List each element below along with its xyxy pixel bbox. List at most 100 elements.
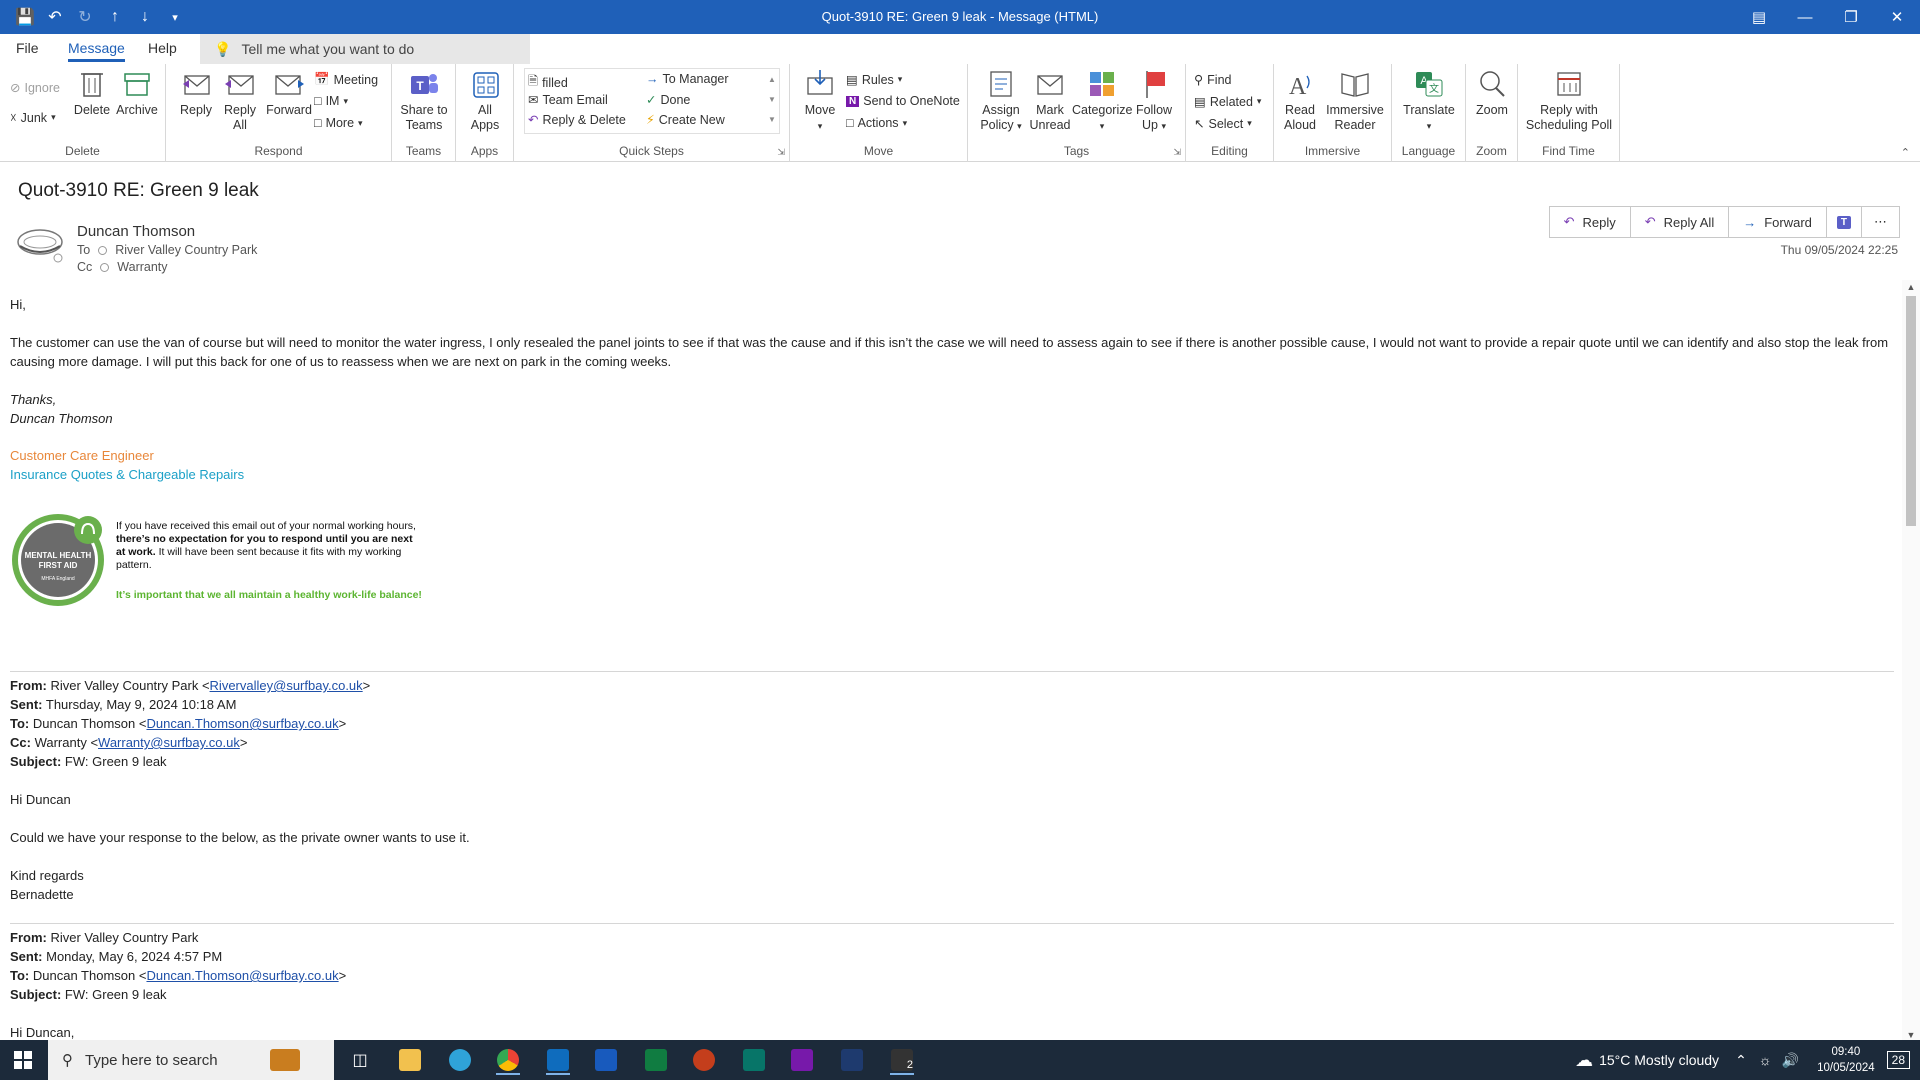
minimize-button[interactable]: — — [1782, 0, 1828, 34]
more-actions-button[interactable]: ⋯ — [1861, 206, 1900, 238]
volume-icon[interactable]: 🔊 — [1782, 1052, 1799, 1069]
quick-step-done[interactable]: ✓ Done — [646, 92, 690, 108]
mark-unread-button[interactable]: Mark Unread — [1028, 68, 1072, 133]
assign-policy-button[interactable]: Assign Policy ▾ — [978, 68, 1024, 134]
junk-button[interactable]: ☓ Junk ▾ — [10, 110, 56, 126]
email-link[interactable]: Duncan.Thomson@surfbay.co.uk — [146, 968, 338, 983]
cc-recipient[interactable]: Warranty — [117, 260, 167, 274]
share-to-teams-button[interactable]: T Share to Teams — [396, 68, 452, 133]
zoom-button[interactable]: Zoom — [1470, 68, 1514, 118]
collapse-ribbon-icon[interactable]: ⌃ — [1901, 146, 1910, 159]
tab-file[interactable]: File — [16, 40, 39, 56]
ribbon-display-options-icon[interactable]: ▤ — [1736, 0, 1782, 34]
reply-all-button[interactable]: ↶ Reply All — [1629, 206, 1730, 238]
outlook-icon[interactable] — [538, 1045, 578, 1075]
tab-message[interactable]: Message — [68, 40, 125, 62]
forward-button[interactable]: Forward — [264, 68, 314, 118]
file-explorer-icon[interactable] — [390, 1045, 430, 1075]
mhfa-logo-line-1: MENTAL HEALTH — [25, 551, 92, 560]
taskbar-search[interactable]: ⚲ Type here to search — [48, 1040, 334, 1080]
reply-scheduling-poll-button[interactable]: Reply with Scheduling Poll — [1522, 68, 1616, 133]
chrome-icon[interactable] — [488, 1045, 528, 1075]
restore-button[interactable]: ❐ — [1828, 0, 1874, 34]
apps-grid-icon — [473, 72, 499, 98]
tab-help[interactable]: Help — [148, 40, 177, 56]
actions-button[interactable]: □ Actions ▾ — [846, 116, 907, 130]
move-button[interactable]: Move ▾ — [800, 68, 840, 134]
tell-me-search[interactable]: 💡 Tell me what you want to do — [200, 34, 530, 64]
categorize-icon — [1090, 72, 1114, 96]
quote1-text: Could we have your response to the below… — [10, 830, 470, 845]
quick-step-create-new[interactable]: ⚡ Create New — [646, 112, 725, 128]
chevron-up-icon[interactable]: ⌃ — [1735, 1052, 1747, 1069]
reply-button[interactable]: Reply — [176, 68, 216, 118]
app-icon[interactable] — [832, 1045, 872, 1075]
more-button[interactable]: □ More ▾ — [314, 116, 363, 130]
related-button[interactable]: ▤ Related ▾ — [1194, 94, 1261, 110]
cursor-icon: ↖ — [1194, 117, 1205, 131]
weather-text[interactable]: 15°C Mostly cloudy — [1599, 1052, 1719, 1068]
onenote-icon[interactable] — [782, 1045, 822, 1075]
quote1-to: To: Duncan Thomson <Duncan.Thomson@surfb… — [10, 716, 347, 731]
teams-icon: T — [411, 74, 438, 94]
email-link[interactable]: Rivervalley@surfbay.co.uk — [210, 678, 363, 693]
message-action-bar: ↶ Reply ↶ Reply All → Forward T ⋯ — [1548, 206, 1900, 238]
all-apps-button[interactable]: All Apps — [464, 68, 506, 133]
sender-name[interactable]: Duncan Thomson — [77, 223, 195, 240]
to-recipient[interactable]: River Valley Country Park — [115, 243, 257, 257]
teams-chat-button[interactable]: T — [1825, 206, 1862, 238]
avatar[interactable] — [16, 224, 64, 264]
quick-step-reply-delete[interactable]: ↶ Reply & Delete — [528, 112, 626, 128]
gallery-scroll[interactable]: ▲ ▼ ▼ — [768, 70, 776, 130]
briefcase-icon — [269, 1049, 300, 1071]
dialog-launcher-icon[interactable]: ⇲ — [1173, 147, 1181, 158]
reply-button[interactable]: ↶ Reply — [1548, 206, 1631, 238]
excel-icon[interactable] — [636, 1045, 676, 1075]
scroll-down-icon[interactable]: ▼ — [1905, 1030, 1917, 1040]
word-icon[interactable] — [586, 1045, 626, 1075]
quick-step-to-manager[interactable]: → To Manager — [646, 72, 729, 86]
chevron-down-icon: ▾ — [1017, 121, 1022, 131]
quote1-sent: Sent: Thursday, May 9, 2024 10:18 AM — [10, 697, 237, 712]
terminal-icon[interactable]: 2 — [882, 1045, 922, 1075]
rules-button[interactable]: ▤ Rules ▾ — [846, 72, 902, 88]
send-to-onenote-button[interactable]: N Send to OneNote — [846, 94, 960, 108]
reply-all-button[interactable]: Reply All — [220, 68, 260, 133]
more-icon: □ — [314, 116, 322, 130]
vertical-scrollbar[interactable]: ▲ ▼ — [1902, 280, 1920, 1040]
select-button[interactable]: ↖ Select ▾ — [1194, 116, 1252, 132]
notifications-icon[interactable]: 28 — [1886, 1051, 1910, 1069]
email-link[interactable]: Duncan.Thomson@surfbay.co.uk — [146, 716, 338, 731]
publisher-icon[interactable] — [734, 1045, 774, 1075]
start-button[interactable] — [0, 1040, 46, 1080]
find-button[interactable]: ⚲ Find — [1194, 72, 1231, 88]
scheduling-poll-icon — [1557, 72, 1581, 96]
network-icon[interactable]: ☼ — [1759, 1052, 1772, 1068]
scroll-thumb[interactable] — [1906, 296, 1916, 526]
categorize-button[interactable]: Categorize ▾ — [1072, 68, 1132, 134]
follow-up-button[interactable]: Follow Up ▾ — [1132, 68, 1176, 134]
task-view-icon[interactable]: ◫ — [340, 1045, 380, 1075]
edge-icon[interactable] — [440, 1045, 480, 1075]
dialog-launcher-icon[interactable]: ⇲ — [777, 147, 785, 158]
reply-all-icon — [225, 75, 254, 95]
archive-button[interactable]: Archive — [114, 68, 160, 118]
delete-button[interactable]: Delete — [72, 68, 112, 118]
email-link[interactable]: Warranty@surfbay.co.uk — [98, 735, 240, 750]
forward-button[interactable]: → Forward — [1728, 206, 1827, 238]
system-tray: ☁ 15°C Mostly cloudy ⌃ ☼ 🔊 09:40 10/05/2… — [1575, 1040, 1920, 1080]
quick-step-team-email[interactable]: ✉ Team Email — [528, 92, 608, 108]
quick-step-filled[interactable]: 🗎 filled — [528, 72, 568, 93]
quick-steps-group: 🗎 filled ✉ Team Email ↶ Reply & Delete → To … — [514, 64, 790, 162]
scroll-up-icon[interactable]: ▲ — [1905, 282, 1917, 292]
close-button[interactable]: ✕ — [1874, 0, 1920, 34]
translate-button[interactable]: A文 Translate ▾ — [1400, 68, 1458, 134]
meeting-button[interactable]: 📅 Meeting — [314, 72, 378, 87]
clock[interactable]: 09:40 10/05/2024 — [1817, 1044, 1875, 1076]
im-button[interactable]: □ IM ▾ — [314, 94, 348, 108]
quote2-sent: Sent: Monday, May 6, 2024 4:57 PM — [10, 949, 223, 964]
read-aloud-button[interactable]: A Read Aloud — [1280, 68, 1320, 133]
powerpoint-icon[interactable] — [684, 1045, 724, 1075]
immersive-reader-button[interactable]: Immersive Reader — [1324, 68, 1386, 133]
ignore-button[interactable]: ⊘ Ignore — [10, 80, 60, 96]
